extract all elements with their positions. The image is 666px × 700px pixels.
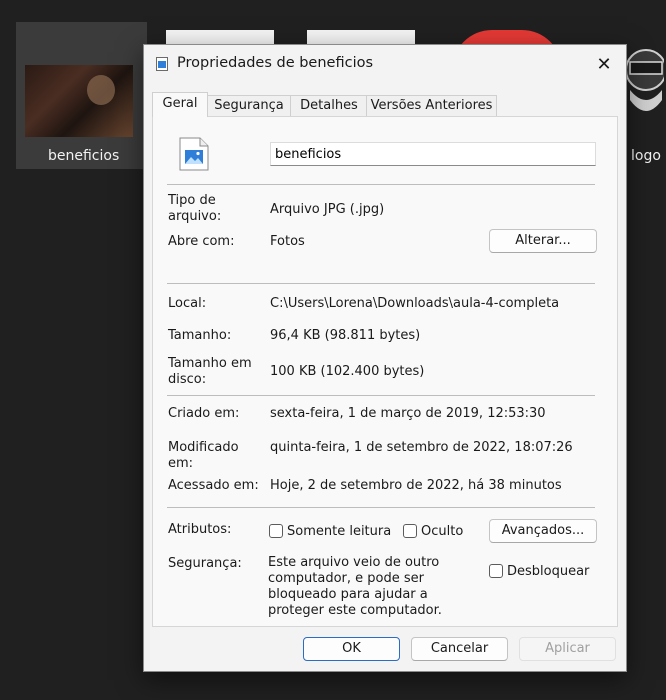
tab-geral[interactable]: Geral <box>152 92 208 117</box>
security-message: Este arquivo veio de outro computador, e… <box>268 555 442 618</box>
advanced-button[interactable]: Avançados... <box>489 519 597 543</box>
size-on-disk-value: 100 KB (102.400 bytes) <box>270 364 425 379</box>
tab-versoes-anteriores[interactable]: Versões Anteriores <box>366 95 497 116</box>
close-icon: ✕ <box>596 53 612 75</box>
separator <box>167 283 595 284</box>
opens-with-label: Abre com: <box>168 234 235 249</box>
size-label: Tamanho: <box>168 328 232 343</box>
modified-value: quinta-feira, 1 de setembro de 2022, 18:… <box>270 440 573 455</box>
ok-button[interactable]: OK <box>303 637 400 661</box>
tab-seguranca[interactable]: Segurança <box>206 95 292 116</box>
readonly-label[interactable]: Somente leitura <box>287 524 391 540</box>
created-label: Criado em: <box>168 406 240 421</box>
beneficios-thumbnail <box>25 65 133 137</box>
file-type-label: Tipo de arquivo: <box>168 193 222 224</box>
hidden-checkbox[interactable] <box>403 524 417 538</box>
file-label-logo[interactable]: logo <box>631 148 661 164</box>
apply-button[interactable]: Aplicar <box>519 637 616 661</box>
dialog-title: Propriedades de beneficios <box>177 55 374 71</box>
tab-detalhes[interactable]: Detalhes <box>290 95 368 116</box>
file-name-input[interactable] <box>270 142 596 166</box>
attributes-label: Atributos: <box>168 522 232 537</box>
file-label-beneficios[interactable]: beneficios <box>48 148 119 164</box>
close-button[interactable]: ✕ <box>590 51 618 77</box>
security-label: Segurança: <box>168 556 242 571</box>
accessed-value: Hoje, 2 de setembro de 2022, há 38 minut… <box>270 478 562 493</box>
properties-dialog: Propriedades de beneficios ✕ Geral Segur… <box>143 44 627 672</box>
logo-thumbnail[interactable] <box>624 40 664 130</box>
title-bar[interactable]: Propriedades de beneficios ✕ <box>144 45 626 83</box>
jpg-file-icon <box>179 137 209 171</box>
opens-with-value: Fotos <box>270 234 305 249</box>
size-on-disk-label: Tamanho em disco: <box>168 356 252 387</box>
change-button[interactable]: Alterar... <box>489 229 597 253</box>
unblock-checkbox[interactable] <box>489 564 503 578</box>
separator <box>167 395 595 396</box>
size-value: 96,4 KB (98.811 bytes) <box>270 328 421 343</box>
location-label: Local: <box>168 296 207 311</box>
hidden-label[interactable]: Oculto <box>421 524 463 540</box>
file-type-value: Arquivo JPG (.jpg) <box>270 202 385 217</box>
separator <box>167 184 595 185</box>
created-value: sexta-feira, 1 de março de 2019, 12:53:3… <box>270 406 546 421</box>
unblock-label[interactable]: Desbloquear <box>507 564 589 580</box>
readonly-checkbox[interactable] <box>269 524 283 538</box>
location-value: C:\Users\Lorena\Downloads\aula-4-complet… <box>270 296 560 311</box>
modified-label: Modificado em: <box>168 440 239 471</box>
general-panel: Tipo de arquivo: Arquivo JPG (.jpg) Abre… <box>152 116 618 627</box>
cancel-button[interactable]: Cancelar <box>411 637 508 661</box>
image-file-icon <box>156 57 168 71</box>
accessed-label: Acessado em: <box>168 478 259 493</box>
separator <box>167 507 595 508</box>
